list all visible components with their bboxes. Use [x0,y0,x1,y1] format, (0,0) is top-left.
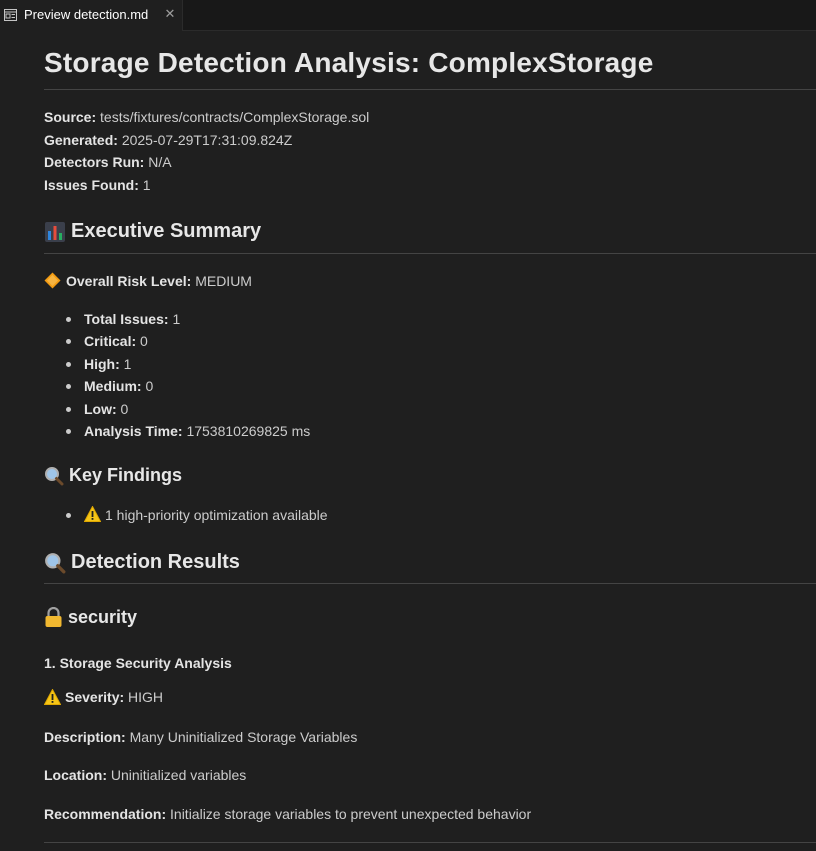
lock-icon [45,607,62,627]
page-title: Storage Detection Analysis: ComplexStora… [44,47,654,78]
heading-security-text: security [68,607,138,627]
meta-issues-found: Issues Found: 1 [44,177,151,193]
severity-line: Severity: HIGH [44,689,163,705]
summary-stats-list: Total Issues: 1 Critical: 0 High: 1 Medi… [66,308,310,442]
warning-icon [44,689,61,705]
bar-chart-icon [45,221,65,242]
heading-key-findings-text: Key Findings [69,465,183,485]
heading-executive-summary-text: Executive Summary [71,220,262,242]
close-icon[interactable]: ✕ [162,6,178,22]
meta-source: Source: tests/fixtures/contracts/Complex… [44,109,370,125]
security-item-title: 1. Storage Security Analysis [44,655,232,671]
preview-icon [4,9,17,21]
warning-icon [83,505,102,522]
executive-summary-divider [44,253,816,254]
meta-generated: Generated: 2025-07-29T17:31:09.824Z [44,132,293,148]
title-divider [44,89,816,90]
tab-preview-detection[interactable]: Preview detection.md ✕ [0,0,183,31]
tab-label: Preview detection.md [24,7,149,22]
stat-analysis-time: Analysis Time: 1753810269825 ms [66,420,310,442]
overall-risk-level: Overall Risk Level: MEDIUM [44,272,252,289]
detection-results-divider [44,583,816,584]
heading-detection-results: Detection Results [44,551,240,574]
heading-executive-summary: Executive Summary [44,220,261,243]
stat-medium: Medium: 0 [66,375,310,397]
bottom-divider [44,842,816,843]
editor-tab-bar: Preview detection.md ✕ [0,0,816,31]
description-line: Description: Many Uninitialized Storage … [44,729,358,745]
magnifier-icon [45,466,64,485]
stat-low: Low: 0 [66,398,310,420]
heading-security: security [44,607,137,628]
recommendation-line: Recommendation: Initialize storage varia… [44,806,532,822]
meta-detectors-run: Detectors Run: N/A [44,154,172,170]
key-findings-list: 1 high-priority optimization available [66,504,328,526]
markdown-preview: Storage Detection Analysis: ComplexStora… [44,31,816,851]
finding-item: 1 high-priority optimization available [66,504,328,526]
stat-critical: Critical: 0 [66,330,310,352]
location-line: Location: Uninitialized variables [44,767,247,783]
stat-high: High: 1 [66,353,310,375]
magnifier-icon [45,552,66,573]
heading-key-findings: Key Findings [44,465,182,486]
stat-total-issues: Total Issues: 1 [66,308,310,330]
orange-diamond-icon [44,272,61,289]
heading-detection-results-text: Detection Results [71,551,240,573]
